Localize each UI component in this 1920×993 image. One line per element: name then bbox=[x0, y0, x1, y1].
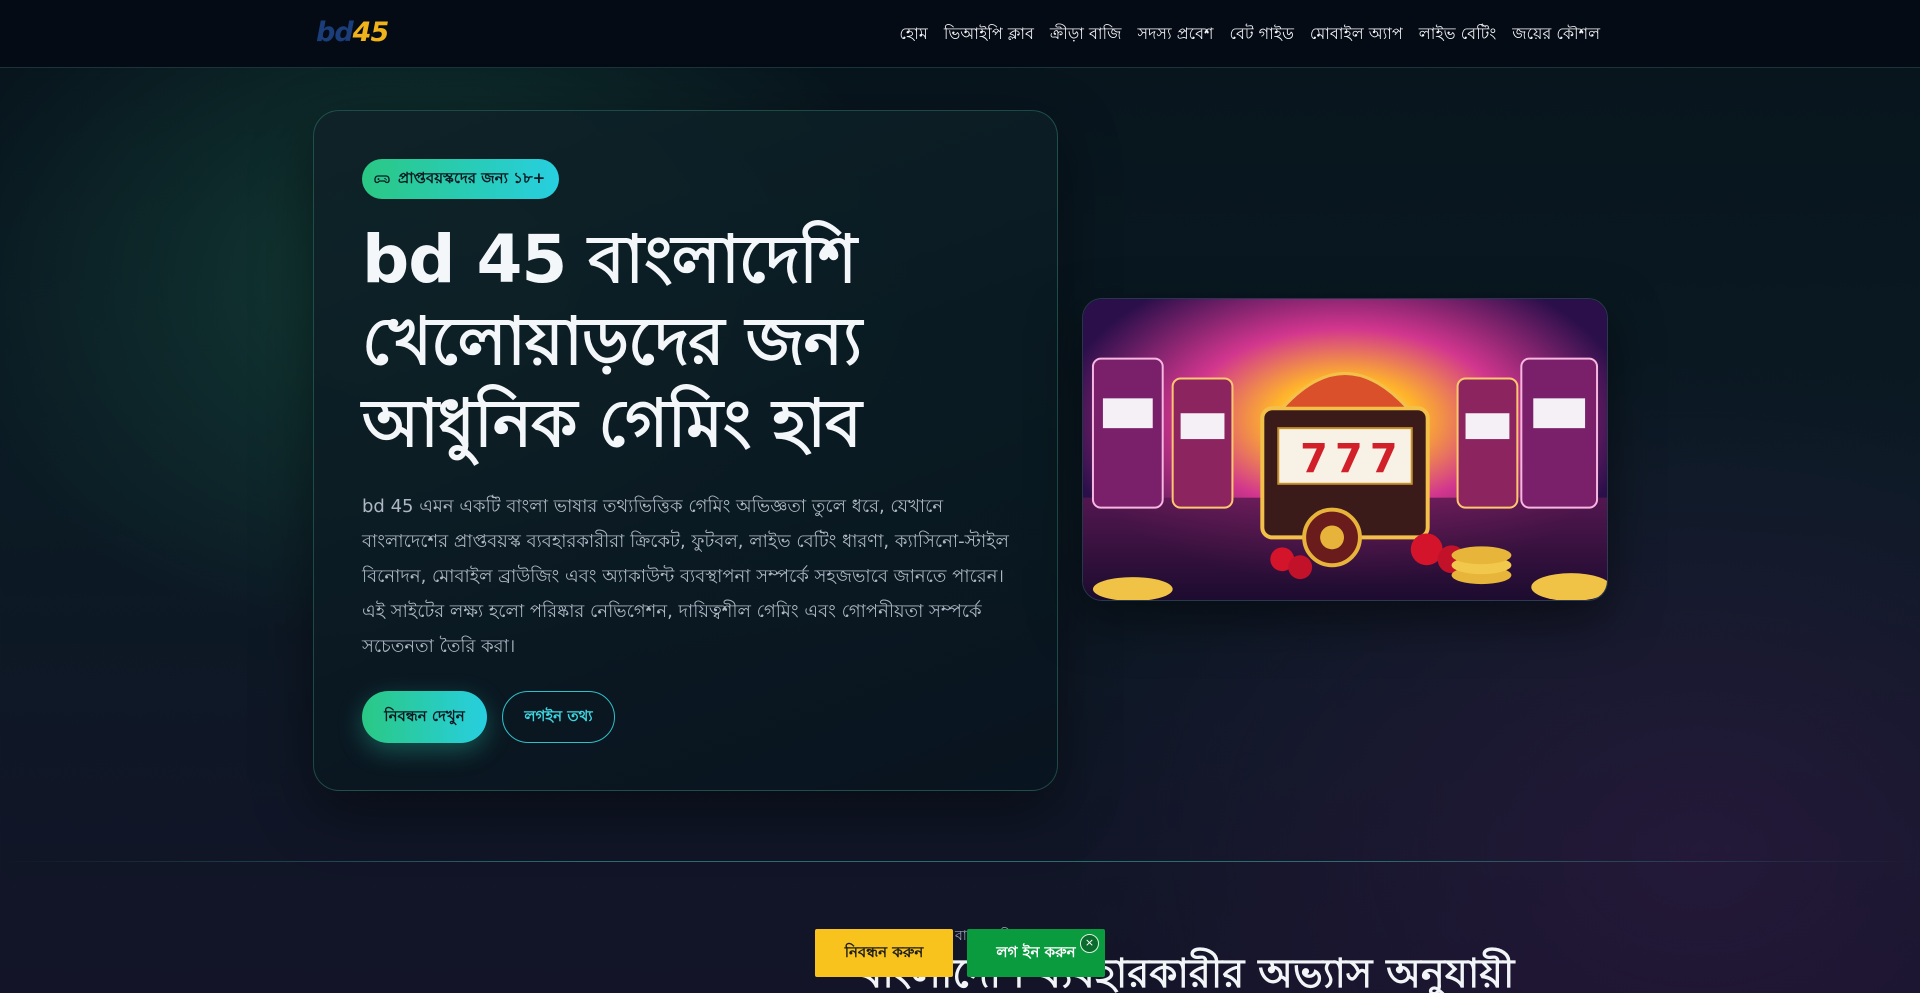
login-info-button[interactable]: লগইন তথ্য bbox=[502, 691, 615, 743]
view-registration-button[interactable]: নিবন্ধন দেখুন bbox=[362, 691, 487, 743]
nav-winning-tips[interactable]: জয়ের কৌশল bbox=[1512, 21, 1600, 48]
nav-home[interactable]: হোম bbox=[899, 21, 927, 48]
section-title: বাংলাদেশি ব্যবহারকারীর অভ্যাস অনুযায়ী bbox=[860, 951, 1515, 993]
casino-slot-image: 7 7 7 bbox=[1082, 298, 1608, 601]
nav-live-betting[interactable]: লাইভ বেটিং bbox=[1419, 21, 1496, 48]
hero-title: bd 45 বাংলাদেশি খেলোয়াড়দের জন্য আধুনিক… bbox=[362, 221, 862, 462]
age-badge: প্রাপ্তবয়স্কদের জন্য ১৮+ bbox=[362, 159, 560, 199]
section-divider bbox=[0, 861, 1920, 862]
nav-mobile-app[interactable]: মোবাইল অ্যাপ bbox=[1310, 21, 1403, 48]
svg-text:7: 7 bbox=[1300, 436, 1328, 482]
nav-vip-club[interactable]: ভিআইপি ক্লাব bbox=[944, 21, 1034, 48]
site-header: bd45 হোম ভিআইপি ক্লাব ক্রীড়া বাজি সদস্য… bbox=[0, 0, 1920, 68]
nav-sports-betting[interactable]: ক্রীড়া বাজি bbox=[1050, 21, 1122, 48]
logo-text-bd: bd bbox=[316, 17, 354, 48]
main-nav: হোম ভিআইপি ক্লাব ক্রীড়া বাজি সদস্য প্রব… bbox=[899, 0, 1600, 68]
close-icon[interactable]: × bbox=[1080, 934, 1099, 953]
hero-description: bd 45 এমন একটি বাংলা ভাষার তথ্যভিত্তিক গ… bbox=[362, 496, 1009, 657]
nav-member-login[interactable]: সদস্য প্রবেশ bbox=[1137, 21, 1213, 48]
logo-text-45: 45 bbox=[352, 17, 390, 48]
nav-bet-guide[interactable]: বেট গাইড bbox=[1229, 21, 1293, 48]
svg-text:7: 7 bbox=[1370, 436, 1398, 482]
sticky-register-button[interactable]: নিবন্ধন করুন bbox=[815, 929, 953, 977]
age-badge-label: প্রাপ্তবয়স্কদের জন্য ১৮+ bbox=[398, 168, 546, 187]
hero-card: প্রাপ্তবয়স্কদের জন্য ১৮+ bd 45 বাংলাদেশ… bbox=[313, 110, 1058, 791]
gamepad-icon bbox=[374, 171, 390, 187]
svg-text:7: 7 bbox=[1335, 436, 1363, 482]
site-logo[interactable]: bd45 bbox=[316, 16, 390, 50]
